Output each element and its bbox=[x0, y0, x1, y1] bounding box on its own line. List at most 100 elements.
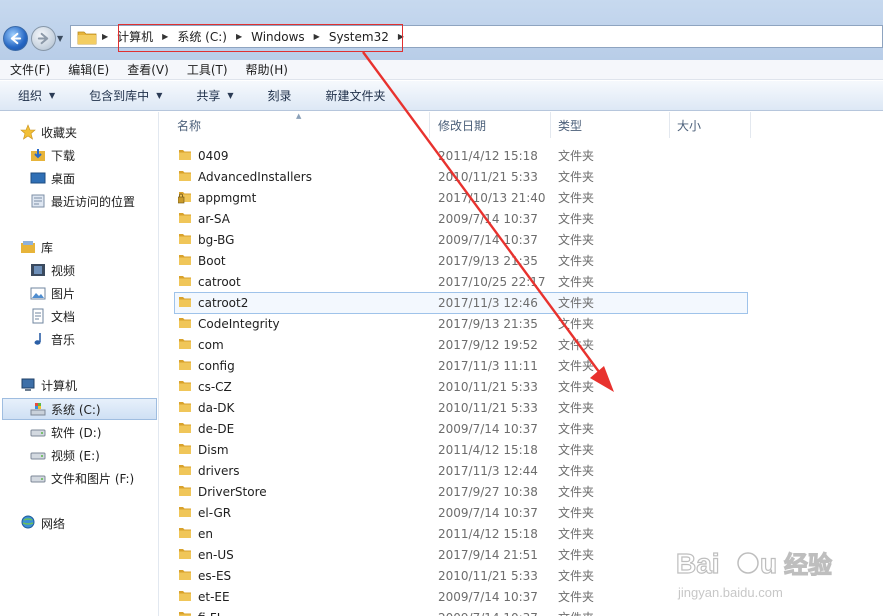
file-row[interactable]: et-EE 2009/7/14 10:37 文件夹 bbox=[160, 586, 883, 607]
file-row[interactable]: 0409 2011/4/12 15:18 文件夹 bbox=[160, 145, 883, 166]
network-globe-icon bbox=[21, 515, 35, 529]
file-row[interactable]: en-US 2017/9/14 21:51 文件夹 bbox=[160, 544, 883, 565]
file-name: AdvancedInstallers bbox=[198, 169, 312, 184]
menu-edit[interactable]: 编辑(E) bbox=[58, 61, 117, 78]
file-row[interactable]: CodeIntegrity 2017/9/13 21:35 文件夹 bbox=[160, 313, 883, 334]
file-modified-date: 2017/9/27 10:38 bbox=[438, 484, 538, 499]
file-name: 0409 bbox=[198, 148, 229, 163]
file-row[interactable]: bg-BG 2009/7/14 10:37 文件夹 bbox=[160, 229, 883, 250]
file-row[interactable]: DriverStore 2017/9/27 10:38 文件夹 bbox=[160, 481, 883, 502]
sidebar-item-drive-f[interactable]: 文件和图片 (F:) bbox=[30, 468, 134, 488]
file-type: 文件夹 bbox=[558, 170, 595, 184]
column-header-label: 大小 bbox=[677, 118, 702, 133]
file-row[interactable]: fi-FI 2009/7/14 10:37 文件夹 bbox=[160, 607, 883, 616]
sidebar-item-pictures[interactable]: 图片 bbox=[30, 283, 75, 303]
breadcrumb-separator-icon[interactable]: ▶ bbox=[97, 32, 113, 41]
column-header-date[interactable]: 修改日期 bbox=[430, 112, 551, 138]
file-type: 文件夹 bbox=[558, 443, 595, 457]
file-name: DriverStore bbox=[198, 484, 267, 499]
file-row[interactable]: el-GR 2009/7/14 10:37 文件夹 bbox=[160, 502, 883, 523]
sidebar-item-label: 软件 (D:) bbox=[51, 425, 102, 440]
title-bar: ▼ ▶ 计算机 ▶ 系统 (C:) ▶ Windows ▶ System32 ▶ bbox=[0, 0, 883, 60]
folder-icon bbox=[179, 171, 191, 181]
file-name: en bbox=[198, 526, 213, 541]
file-row[interactable]: de-DE 2009/7/14 10:37 文件夹 bbox=[160, 418, 883, 439]
file-name: catroot bbox=[198, 274, 241, 289]
file-row[interactable]: catroot 2017/10/25 22:17 文件夹 bbox=[160, 271, 883, 292]
file-modified-date: 2011/4/12 15:18 bbox=[438, 148, 538, 163]
file-row[interactable]: drivers 2017/11/3 12:44 文件夹 bbox=[160, 460, 883, 481]
folder-icon bbox=[179, 402, 191, 412]
file-row[interactable]: en 2011/4/12 15:18 文件夹 bbox=[160, 523, 883, 544]
share-button[interactable]: 共享 ▼ bbox=[178, 87, 249, 104]
include-in-library-button[interactable]: 包含到库中 ▼ bbox=[71, 87, 178, 104]
sidebar-item-desktop[interactable]: 桌面 bbox=[30, 168, 75, 188]
folder-icon bbox=[179, 423, 191, 433]
sidebar-item-label: 收藏夹 bbox=[41, 125, 78, 140]
file-row[interactable]: ar-SA 2009/7/14 10:37 文件夹 bbox=[160, 208, 883, 229]
sidebar-item-label: 下载 bbox=[51, 148, 76, 163]
folder-icon bbox=[179, 276, 191, 286]
sort-ascending-icon: ▲ bbox=[296, 112, 302, 120]
file-row[interactable]: com 2017/9/12 19:52 文件夹 bbox=[160, 334, 883, 355]
sidebar-item-videos[interactable]: 视频 bbox=[30, 260, 75, 280]
new-folder-button[interactable]: 新建文件夹 bbox=[308, 87, 402, 104]
sidebar-item-label: 视频 bbox=[51, 263, 76, 278]
forward-button[interactable] bbox=[31, 26, 56, 51]
history-dropdown-icon[interactable]: ▼ bbox=[57, 34, 67, 43]
arrow-right-icon bbox=[37, 32, 49, 45]
file-row[interactable]: Dism 2011/4/12 15:18 文件夹 bbox=[160, 439, 883, 460]
folder-icon bbox=[179, 465, 191, 475]
sidebar-item-drive-d[interactable]: 软件 (D:) bbox=[30, 422, 101, 442]
file-row[interactable]: Boot 2017/9/13 21:35 文件夹 bbox=[160, 250, 883, 271]
file-modified-date: 2011/4/12 15:18 bbox=[438, 442, 538, 457]
sidebar-item-network[interactable]: 网络 bbox=[20, 513, 65, 533]
folder-icon bbox=[179, 570, 191, 580]
file-row[interactable]: catroot2 2017/11/3 12:46 文件夹 bbox=[160, 292, 883, 313]
burn-button[interactable]: 刻录 bbox=[250, 87, 308, 104]
recent-places-icon bbox=[31, 194, 45, 208]
file-row[interactable]: cs-CZ 2010/11/21 5:33 文件夹 bbox=[160, 376, 883, 397]
menu-tools[interactable]: 工具(T) bbox=[177, 61, 236, 78]
sidebar-item-favorites[interactable]: 收藏夹 bbox=[20, 122, 77, 142]
file-type: 文件夹 bbox=[558, 464, 595, 478]
hard-drive-icon bbox=[30, 452, 46, 460]
sidebar-item-downloads[interactable]: 下载 bbox=[30, 145, 75, 165]
sidebar-item-drive-e[interactable]: 视频 (E:) bbox=[30, 445, 100, 465]
file-type: 文件夹 bbox=[558, 527, 595, 541]
file-modified-date: 2010/11/21 5:33 bbox=[438, 568, 538, 583]
sidebar-item-recent[interactable]: 最近访问的位置 bbox=[30, 191, 135, 211]
menu-file[interactable]: 文件(F) bbox=[0, 61, 58, 78]
menu-help[interactable]: 帮助(H) bbox=[236, 61, 296, 78]
back-button[interactable] bbox=[3, 26, 28, 51]
file-name: de-DE bbox=[198, 421, 235, 436]
menu-bar: 文件(F) 编辑(E) 查看(V) 工具(T) 帮助(H) bbox=[0, 60, 883, 80]
sidebar-item-drive-c[interactable]: 系统 (C:) bbox=[30, 399, 101, 419]
file-type: 文件夹 bbox=[558, 609, 594, 616]
sidebar-item-documents[interactable]: 文档 bbox=[30, 306, 75, 326]
column-header-label: 名称 bbox=[177, 118, 202, 133]
organize-button[interactable]: 组织 ▼ bbox=[0, 87, 71, 104]
file-name: catroot2 bbox=[198, 295, 249, 310]
column-header-label: 类型 bbox=[558, 118, 583, 133]
column-header-name[interactable]: ▲ 名称 bbox=[160, 112, 430, 138]
desktop-icon bbox=[30, 172, 46, 184]
folder-icon bbox=[179, 486, 191, 496]
folder-icon bbox=[77, 31, 97, 44]
file-modified-date: 2017/10/13 21:40 bbox=[438, 190, 546, 205]
file-row[interactable]: appmgmt 2017/10/13 21:40 文件夹 bbox=[160, 187, 883, 208]
sidebar-item-computer[interactable]: 计算机 bbox=[20, 375, 77, 395]
file-name: Boot bbox=[198, 253, 226, 268]
file-type: 文件夹 bbox=[558, 380, 595, 394]
organize-label: 组织 bbox=[18, 89, 43, 103]
file-row[interactable]: da-DK 2010/11/21 5:33 文件夹 bbox=[160, 397, 883, 418]
file-row[interactable]: config 2017/11/3 11:11 文件夹 bbox=[160, 355, 883, 376]
column-header-size[interactable]: 大小 bbox=[670, 112, 751, 138]
sidebar-item-libraries[interactable]: 库 bbox=[20, 237, 53, 257]
column-header-type[interactable]: 类型 bbox=[551, 112, 670, 138]
file-row[interactable]: es-ES 2010/11/21 5:33 文件夹 bbox=[160, 565, 883, 586]
file-row[interactable]: AdvancedInstallers 2010/11/21 5:33 文件夹 bbox=[160, 166, 883, 187]
sidebar-item-music[interactable]: 音乐 bbox=[30, 329, 75, 349]
file-name: ar-SA bbox=[198, 211, 230, 226]
menu-view[interactable]: 查看(V) bbox=[117, 61, 177, 78]
